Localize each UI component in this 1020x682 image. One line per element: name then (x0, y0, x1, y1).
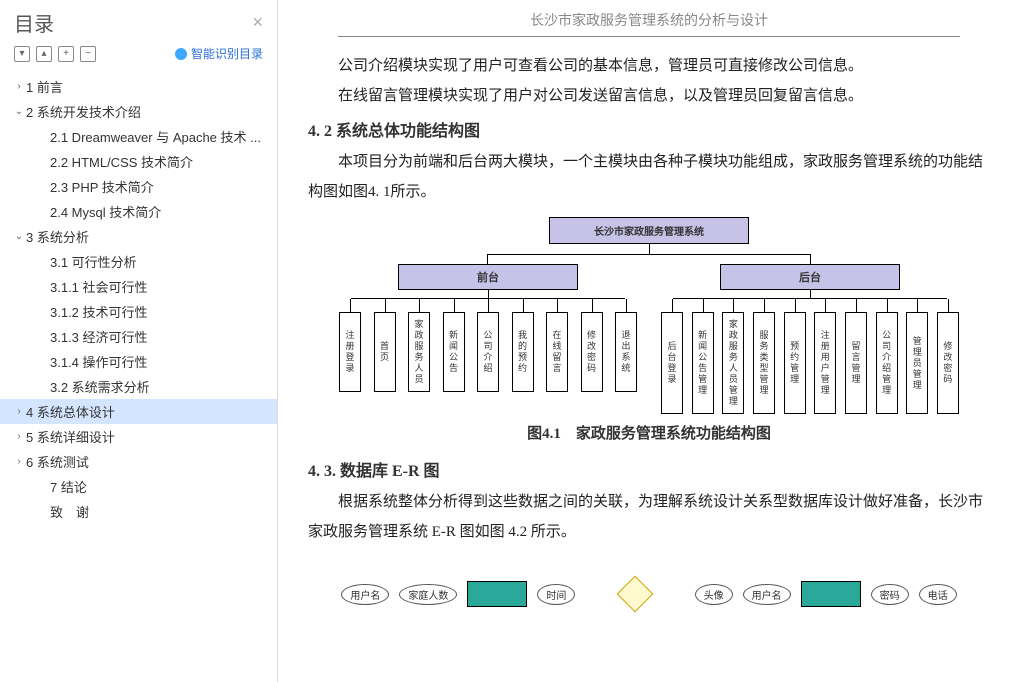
toc-item[interactable]: ›4 系统总体设计 (0, 399, 277, 424)
remove-icon[interactable]: − (80, 46, 96, 62)
diagram-leaf: 注册用户管理 (814, 312, 836, 414)
toc-item[interactable]: 致 谢 (0, 499, 277, 524)
toc-item[interactable]: ›1 前言 (0, 74, 277, 99)
diagram-leaf: 后台登录 (661, 312, 683, 414)
diagram-leaf: 我的预约 (512, 312, 534, 392)
toc-title: 目录 (14, 8, 54, 37)
document-area: 长沙市家政服务管理系统的分析与设计 公司介绍模块实现了用户可查看公司的基本信息，… (278, 0, 1020, 682)
er-entity (801, 581, 861, 607)
er-attr: 时间 (537, 584, 575, 605)
expand-all-icon[interactable]: ▴ (36, 46, 52, 62)
er-attr: 头像 (695, 584, 733, 605)
er-attr: 电话 (919, 584, 957, 605)
heading: 4. 2 系统总体功能结构图 (298, 111, 1000, 147)
diagram-branch: 前台 (398, 264, 578, 290)
diagram-leaf: 公司介绍 (477, 312, 499, 392)
toc-item[interactable]: 2.1 Dreamweaver 与 Apache 技术 ... (0, 124, 277, 149)
diagram-leaf: 注册登录 (339, 312, 361, 392)
toc-item[interactable]: 7 结论 (0, 474, 277, 499)
diagram-leaf: 家政服务人员 (408, 312, 430, 392)
toc-item[interactable]: ›6 系统测试 (0, 449, 277, 474)
diagram-leaf: 家政服务人员管理 (722, 312, 744, 414)
structure-diagram: 长沙市家政服务管理系统 前台注册登录首页家政服务人员新闻公告公司介绍我的预约在线… (339, 217, 959, 414)
toc-item[interactable]: 2.3 PHP 技术简介 (0, 174, 277, 199)
toc-item[interactable]: ⌄3 系统分析 (0, 224, 277, 249)
diagram-leaf: 管理员管理 (906, 312, 928, 414)
paragraph: 在线留言管理模块实现了用户对公司发送留言信息，以及管理员回复留言信息。 (298, 81, 1000, 111)
er-relation (617, 576, 654, 613)
diagram-root: 长沙市家政服务管理系统 (549, 217, 749, 244)
paragraph: 本项目分为前端和后台两大模块，一个主模块由各种子模块功能组成，家政服务管理系统的… (298, 147, 1000, 207)
diagram-leaf: 预约管理 (784, 312, 806, 414)
toc-item[interactable]: 3.1.4 操作可行性 (0, 349, 277, 374)
toc-list: ›1 前言⌄2 系统开发技术介绍2.1 Dreamweaver 与 Apache… (0, 70, 277, 682)
diagram-leaf: 新闻公告 (443, 312, 465, 392)
toc-item[interactable]: 2.2 HTML/CSS 技术简介 (0, 149, 277, 174)
toc-item[interactable]: ⌄2 系统开发技术介绍 (0, 99, 277, 124)
dot-icon (175, 48, 187, 60)
diagram-leaf: 服务类型管理 (753, 312, 775, 414)
er-attr: 用户名 (341, 584, 389, 605)
toc-item[interactable]: ›5 系统详细设计 (0, 424, 277, 449)
diagram-leaf: 公司介绍管理 (876, 312, 898, 414)
heading: 4. 3. 数据库 E-R 图 (298, 451, 1000, 487)
er-attr: 用户名 (743, 584, 791, 605)
diagram-branch: 后台 (720, 264, 900, 290)
smart-toc-link[interactable]: 智能识别目录 (175, 45, 263, 62)
add-icon[interactable]: + (58, 46, 74, 62)
doc-header: 长沙市家政服务管理系统的分析与设计 (338, 0, 960, 37)
er-entity (467, 581, 527, 607)
toc-item[interactable]: 3.2 系统需求分析 (0, 374, 277, 399)
er-attr: 家庭人数 (399, 584, 457, 605)
diagram-leaf: 留言管理 (845, 312, 867, 414)
collapse-all-icon[interactable]: ▾ (14, 46, 30, 62)
paragraph: 根据系统整体分析得到这些数据之间的关联，为理解系统设计关系型数据库设计做好准备，… (298, 487, 1000, 547)
paragraph: 公司介绍模块实现了用户可查看公司的基本信息，管理员可直接修改公司信息。 (298, 51, 1000, 81)
toc-item[interactable]: 3.1.2 技术可行性 (0, 299, 277, 324)
toc-item[interactable]: 3.1.1 社会可行性 (0, 274, 277, 299)
diagram-leaf: 首页 (374, 312, 396, 392)
diagram-leaf: 新闻公告管理 (692, 312, 714, 414)
er-diagram-partial: 用户名 家庭人数 时间 头像 用户名 密码 电话 (298, 547, 1000, 607)
diagram-leaf: 修改密码 (937, 312, 959, 414)
diagram-leaf: 在线留言 (546, 312, 568, 392)
toc-item[interactable]: 2.4 Mysql 技术简介 (0, 199, 277, 224)
smart-toc-label: 智能识别目录 (191, 45, 263, 62)
diagram-leaf: 退出系统 (615, 312, 637, 392)
close-icon[interactable]: × (252, 12, 263, 33)
figure-caption: 图4.1 家政服务管理系统功能结构图 (298, 414, 1000, 451)
toc-sidebar: 目录 × ▾ ▴ + − 智能识别目录 ›1 前言⌄2 系统开发技术介绍2.1 … (0, 0, 278, 682)
er-attr: 密码 (871, 584, 909, 605)
toc-item[interactable]: 3.1.3 经济可行性 (0, 324, 277, 349)
toc-item[interactable]: 3.1 可行性分析 (0, 249, 277, 274)
diagram-leaf: 修改密码 (581, 312, 603, 392)
